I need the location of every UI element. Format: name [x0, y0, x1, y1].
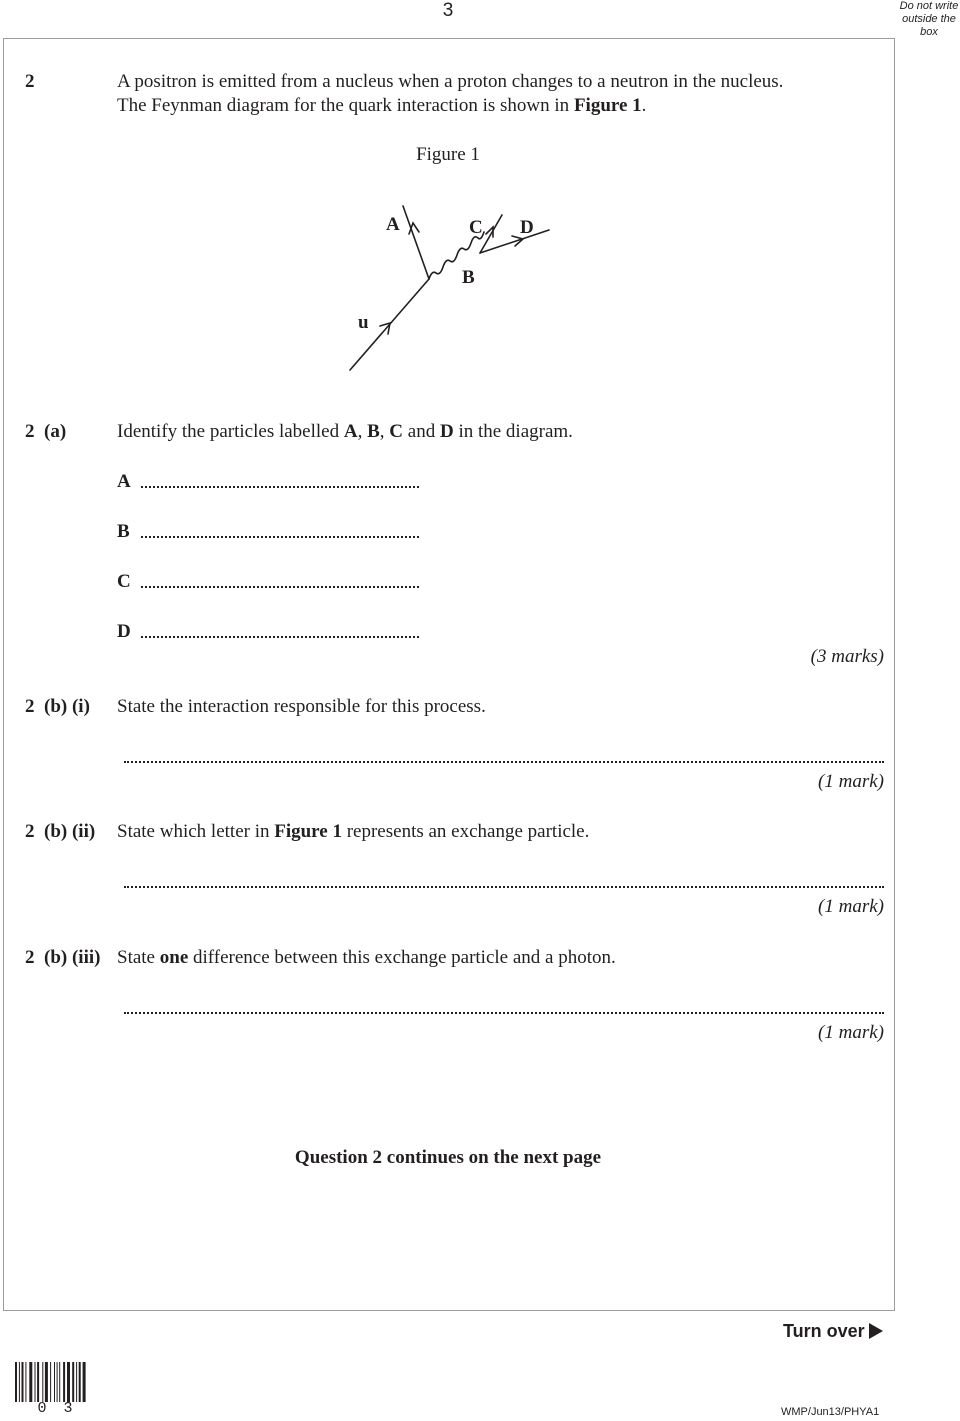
part-a-question: Identify the particles labelled A, B, C … — [117, 420, 573, 444]
margin-note-line: box — [920, 26, 938, 38]
part-number: 2 — [25, 947, 35, 968]
play-triangle-icon — [868, 1323, 883, 1339]
question-intro-line1: A positron is emitted from a nucleus whe… — [117, 71, 784, 92]
turn-over-label: Turn over — [783, 1321, 865, 1341]
figure-title: Figure 1 — [416, 144, 480, 165]
part-a-text: Identify the particles labelled — [117, 421, 344, 442]
barcode-bar — [25, 1362, 27, 1402]
label-b: B — [462, 267, 475, 288]
answer-line-b-i[interactable] — [124, 759, 884, 763]
answer-line-d[interactable] — [141, 634, 419, 638]
part-a-text: in the diagram. — [453, 421, 573, 442]
answer-line-c[interactable] — [141, 584, 419, 588]
particle-a-line — [402, 205, 430, 280]
marks-part-b-iii: (1 mark) — [818, 1022, 884, 1043]
question-intro-line2: The Feynman diagram for the quark intera… — [117, 94, 646, 118]
barcode-bar — [21, 1362, 24, 1402]
barcode-bar — [78, 1362, 81, 1402]
particle-b-wavy-line — [428, 231, 485, 280]
barcode-bar — [18, 1362, 20, 1402]
paper-reference: WMP/Jun13/PHYA1 — [781, 1406, 880, 1418]
marks-part-b-ii: (1 mark) — [818, 896, 884, 917]
answer-label-d: D — [117, 621, 131, 642]
margin-note-line: Do not write — [899, 0, 959, 12]
part-b-iii-text: State — [117, 947, 160, 968]
answer-label-b: B — [117, 521, 130, 542]
part-sub: (b) (iii) — [44, 947, 101, 968]
barcode-bar — [34, 1362, 36, 1402]
intro-text: . — [641, 95, 647, 116]
barcode-bar — [44, 1362, 48, 1402]
barcode-bar — [15, 1362, 17, 1402]
barcode-bar — [59, 1362, 61, 1402]
part-a-bold: C — [389, 421, 404, 442]
particle-d-line — [479, 229, 550, 254]
feynman-diagram: A C D B u — [349, 205, 550, 371]
figure-ref: Figure 1 — [573, 95, 642, 116]
barcode — [15, 1362, 86, 1402]
barcode-bar — [54, 1362, 55, 1402]
barcode-number: 0 3 — [37, 1400, 77, 1417]
part-a-text: , — [379, 421, 390, 442]
part-number: 2 — [25, 696, 35, 717]
answer-line-b-iii[interactable] — [124, 1010, 884, 1014]
answer-line-b-ii[interactable] — [124, 884, 884, 888]
part-a-number: 2 (a) — [25, 420, 66, 444]
marks-part-a: (3 marks) — [810, 646, 884, 667]
part-a-bold: D — [439, 421, 454, 442]
answer-line-b[interactable] — [141, 534, 419, 538]
answer-label-c: C — [117, 571, 131, 592]
part-b-iii-text: difference between this exchange particl… — [188, 947, 616, 968]
intro-text: The Feynman diagram for the quark intera… — [117, 95, 574, 116]
barcode-bar — [82, 1362, 86, 1402]
part-b-ii-text: represents an exchange particle. — [341, 821, 590, 842]
answer-label-a: A — [117, 471, 131, 492]
barcode-bar — [67, 1362, 70, 1402]
turn-over: Turn over — [783, 1319, 883, 1343]
part-a-bold: B — [367, 421, 380, 442]
label-a: A — [386, 214, 400, 235]
marks-part-b-i: (1 mark) — [818, 771, 884, 792]
part-number: 2 — [25, 821, 35, 842]
barcode-bar — [42, 1362, 44, 1402]
part-b-ii-text: State which letter in — [117, 821, 275, 842]
barcode-bar — [56, 1362, 58, 1402]
figure-ref: Figure 1 — [274, 821, 342, 842]
part-b-iii-question: State one difference between this exchan… — [117, 946, 616, 970]
continues-note: Question 2 continues on the next page — [294, 1147, 602, 1168]
barcode-bar — [50, 1362, 52, 1402]
answer-line-a[interactable] — [141, 484, 419, 488]
margin-note: Do not write outside the box — [898, 0, 960, 39]
part-b-iii-number: 2 (b) (iii) — [25, 946, 100, 970]
part-sub: (b) (i) — [44, 696, 90, 717]
page-number: 3 — [442, 0, 454, 21]
part-a-text: and — [403, 421, 440, 442]
barcode-bar — [37, 1362, 40, 1402]
part-b-ii-number: 2 (b) (ii) — [25, 820, 95, 844]
part-number: 2 — [25, 421, 35, 442]
label-c: C — [469, 217, 483, 238]
barcode-bar — [29, 1362, 33, 1402]
part-sub: (b) (ii) — [44, 821, 96, 842]
part-a-bold: A — [343, 421, 358, 442]
barcode-bar — [63, 1362, 66, 1402]
emphasis: one — [159, 947, 189, 968]
part-sub: (a) — [44, 421, 67, 442]
part-b-i-question: State the interaction responsible for th… — [117, 696, 486, 717]
a-arrow-icon — [408, 221, 420, 235]
part-a-text: , — [357, 421, 368, 442]
label-u: u — [358, 312, 369, 333]
question-number: 2 — [25, 71, 35, 92]
barcode-bar — [72, 1362, 75, 1402]
part-b-i-number: 2 (b) (i) — [25, 695, 90, 719]
label-d: D — [520, 217, 534, 238]
barcode-bar — [76, 1362, 78, 1402]
part-b-ii-question: State which letter in Figure 1 represent… — [117, 820, 589, 844]
margin-note-line: outside the — [902, 13, 956, 25]
